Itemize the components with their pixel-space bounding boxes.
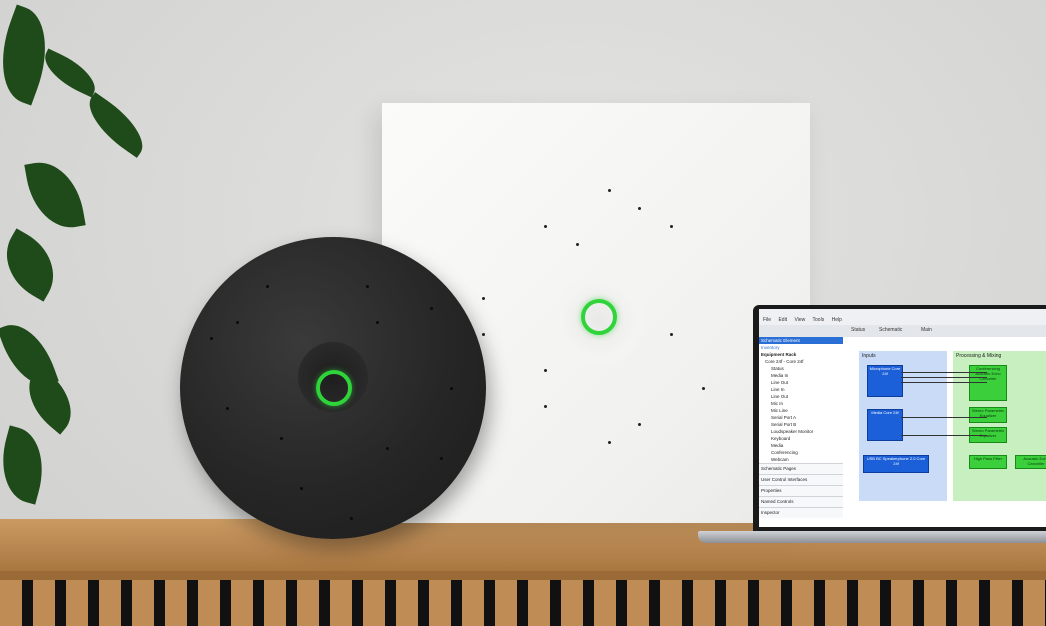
processing-zone: Processing & Mixing Conferencing Acousti… xyxy=(953,351,1046,501)
mic-hole xyxy=(576,243,579,246)
plant-leaf xyxy=(24,156,86,234)
tab-main[interactable]: Main xyxy=(921,327,932,333)
disc-hole xyxy=(266,285,269,288)
tab-schematic[interactable]: Schematic xyxy=(879,327,902,333)
mic-hole xyxy=(544,405,547,408)
tree-item[interactable]: Loudspeaker Monitor xyxy=(759,428,843,435)
disc-hole xyxy=(366,285,369,288)
disc-hole xyxy=(386,447,389,450)
mic-hole xyxy=(544,225,547,228)
signal-wire xyxy=(901,382,987,383)
signal-wire xyxy=(901,435,987,436)
section-inspector[interactable]: Inspector xyxy=(759,507,843,518)
plant-leaf xyxy=(0,425,54,505)
tree-item[interactable]: Equipment Rack xyxy=(759,351,843,358)
tree-item[interactable]: Mic In xyxy=(759,400,843,407)
plant-leaf xyxy=(77,92,155,158)
signal-wire xyxy=(901,372,987,373)
disc-hole xyxy=(210,337,213,340)
mic-hole xyxy=(544,369,547,372)
mic-hole xyxy=(638,423,641,426)
laptop-base xyxy=(698,531,1046,543)
block-parametric-eq[interactable]: Stereo Parametric Equalizer xyxy=(969,407,1007,423)
mic-hole xyxy=(638,207,641,210)
tree-item[interactable]: Line In xyxy=(759,386,843,393)
plant-leaf xyxy=(37,48,103,98)
section-user-control-interfaces[interactable]: User Control Interfaces xyxy=(759,474,843,485)
menu-file[interactable]: File xyxy=(763,317,771,323)
schematic-canvas[interactable]: Inputs Microphone Core 24f Media Core 24… xyxy=(843,337,1046,527)
plant-leaf xyxy=(0,228,69,302)
disc-hole xyxy=(376,321,379,324)
block-media[interactable]: Media Core 24f xyxy=(867,409,903,441)
disc-hole xyxy=(430,307,433,310)
block-microphone[interactable]: Microphone Core 24f xyxy=(867,365,903,397)
inventory-label: Inventory xyxy=(761,345,780,350)
menu-tools[interactable]: Tools xyxy=(813,317,825,323)
shelf-slats xyxy=(0,580,1046,626)
app-tabbar: Status Schematic Main xyxy=(759,325,1046,337)
block-aec[interactable]: Acoustic Echo Canceller xyxy=(1015,455,1046,469)
processing-zone-label: Processing & Mixing xyxy=(956,353,1002,359)
tree-item[interactable]: Mic Line xyxy=(759,407,843,414)
tree-item[interactable]: Keyboard xyxy=(759,435,843,442)
menu-help[interactable]: Help xyxy=(832,317,842,323)
section-schematic-pages[interactable]: Schematic Pages xyxy=(759,463,843,474)
section-properties[interactable]: Properties xyxy=(759,485,843,496)
tree-item[interactable]: Media xyxy=(759,442,843,449)
menu-view[interactable]: View xyxy=(794,317,805,323)
tree-item[interactable]: Serial Port A xyxy=(759,414,843,421)
tree-item[interactable]: Core 24f - Core 24f xyxy=(759,358,843,365)
disc-hole xyxy=(350,517,353,520)
tree-item[interactable]: Line Out xyxy=(759,393,843,400)
mic-hole xyxy=(670,225,673,228)
tree-item[interactable]: Webcam xyxy=(759,456,843,463)
mic-hole xyxy=(670,333,673,336)
mic-hole xyxy=(608,441,611,444)
disc-hole xyxy=(300,487,303,490)
app-menubar: File Edit View Tools Help xyxy=(759,309,1046,325)
laptop-screen: File Edit View Tools Help Status Schemat… xyxy=(759,309,1046,527)
disc-hole xyxy=(450,387,453,390)
disc-hole xyxy=(226,407,229,410)
signal-wire xyxy=(901,377,987,378)
tree-item[interactable]: Media In xyxy=(759,372,843,379)
disc-hole xyxy=(236,321,239,324)
mic-hole xyxy=(482,297,485,300)
tree-item[interactable]: Conferencing xyxy=(759,449,843,456)
menu-edit[interactable]: Edit xyxy=(778,317,787,323)
tab-status[interactable]: Status xyxy=(851,327,865,333)
block-high-pass-filter[interactable]: High Pass Filter xyxy=(969,455,1007,469)
left-pane: Schematic Element Inventory Equipment Ra… xyxy=(759,337,844,527)
mic-hole xyxy=(482,333,485,336)
round-mic-disc xyxy=(180,237,486,539)
inputs-zone-label: Inputs xyxy=(862,353,876,359)
photo-scene: File Edit View Tools Help Status Schemat… xyxy=(0,0,1046,626)
disc-hole xyxy=(280,437,283,440)
panel-status-ring xyxy=(581,299,617,335)
tree-item[interactable]: Line Out xyxy=(759,379,843,386)
tree-item[interactable]: Serial Port B xyxy=(759,421,843,428)
disc-hole xyxy=(440,457,443,460)
signal-wire xyxy=(901,417,987,418)
block-echo-canceller[interactable]: Conferencing Acoustic Echo Canceller xyxy=(969,365,1007,401)
shelf-edge xyxy=(0,571,1046,580)
disc-status-ring xyxy=(316,370,352,406)
block-usb-speakerphone[interactable]: USB BC Speakerphone 2.0 Core 24f xyxy=(863,455,929,473)
tree-item[interactable]: Status xyxy=(759,365,843,372)
section-named-controls[interactable]: Named Controls xyxy=(759,496,843,507)
left-pane-header: Schematic Element xyxy=(759,337,843,344)
mic-hole xyxy=(702,387,705,390)
mic-hole xyxy=(608,189,611,192)
inputs-zone: Inputs Microphone Core 24f Media Core 24… xyxy=(859,351,947,501)
